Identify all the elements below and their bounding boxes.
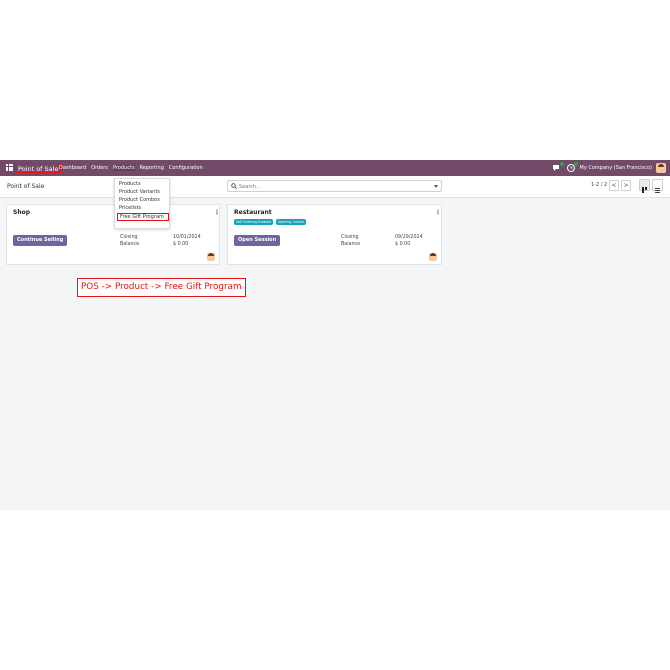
closing-value: 10/01/2024 [173,235,201,240]
top-navbar: Point of Sale Dashboard Orders Products … [0,160,670,176]
menu-orders[interactable]: Orders [91,165,108,171]
main-menu: Dashboard Orders Products Reporting Conf… [59,165,208,171]
card-title: Shop [13,209,31,216]
closing-label: Closing [341,235,359,240]
pager-prev-button[interactable]: < [609,180,619,191]
badge-opening-control: Opening Control [275,219,306,225]
menu-item-free-gift-program[interactable]: Free Gift Program [117,213,169,221]
kanban-view-icon [642,187,647,193]
card-user-avatar [207,253,215,261]
closing-value: 09/29/2024 [395,235,423,240]
instruction-annotation: POS -> Product -> Free Gift Program [77,278,246,297]
company-switcher[interactable]: My Company (San Francisco) [580,165,653,171]
open-session-button[interactable]: Open Session [234,235,281,246]
pos-card-shop[interactable]: Shop ⋮ Continue Selling Closing 10/01/20… [6,204,220,265]
closing-label: Closing [120,235,138,240]
card-badges: Self Ordering Enabled Opening Control [234,219,309,225]
menu-item-products[interactable]: Products [119,181,141,187]
control-panel: Point of Sale 1-2 / 2 < > [0,176,670,198]
menu-item-product-combos[interactable]: Product Combos [119,197,160,203]
chat-icon[interactable] [552,162,564,173]
pos-card-restaurant[interactable]: Restaurant ⋮ Self Ordering Enabled Openi… [227,204,442,265]
continue-selling-button[interactable]: Continue Selling [13,235,68,246]
kanban-view-button[interactable] [639,179,650,193]
menu-item-product-variants[interactable]: Product Variants [119,189,160,195]
card-user-avatar [429,253,437,261]
app-name-link[interactable]: Point of Sale [15,163,62,173]
breadcrumb: Point of Sale [7,183,45,190]
balance-value: $ 0.00 [395,242,411,247]
navbar-right: My Company (San Francisco) [552,162,666,173]
kebab-menu-icon[interactable]: ⋮ [435,209,441,216]
kebab-menu-icon[interactable]: ⋮ [214,209,220,216]
app-window: Point of Sale Dashboard Orders Products … [0,160,670,510]
balance-value: $ 0.00 [173,242,189,247]
search-icon [231,183,237,189]
list-view-icon [655,188,660,193]
user-avatar[interactable] [656,163,666,173]
activity-notification-dot [573,162,578,166]
search-options-toggle[interactable] [434,185,438,188]
menu-products[interactable]: Products [112,165,135,171]
menu-dashboard[interactable]: Dashboard [59,165,86,171]
products-dropdown-menu: Products Product Variants Product Combos… [114,178,170,229]
balance-label: Balance [120,242,140,247]
activity-clock-icon[interactable] [566,162,578,173]
balance-label: Balance [341,242,361,247]
badge-self-ordering: Self Ordering Enabled [234,219,273,225]
menu-reporting[interactable]: Reporting [140,165,164,171]
card-title: Restaurant [234,209,272,216]
pager-value[interactable]: 1-2 / 2 [591,182,607,188]
list-view-button[interactable] [652,179,663,193]
pager-next-button[interactable]: > [621,180,631,191]
search-box [227,180,442,192]
apps-grid-icon[interactable] [6,164,13,171]
menu-configuration[interactable]: Configuration [169,165,203,171]
menu-item-pricelists[interactable]: Pricelists [119,205,141,211]
search-input[interactable] [239,182,429,191]
chat-notification-dot [559,162,564,166]
